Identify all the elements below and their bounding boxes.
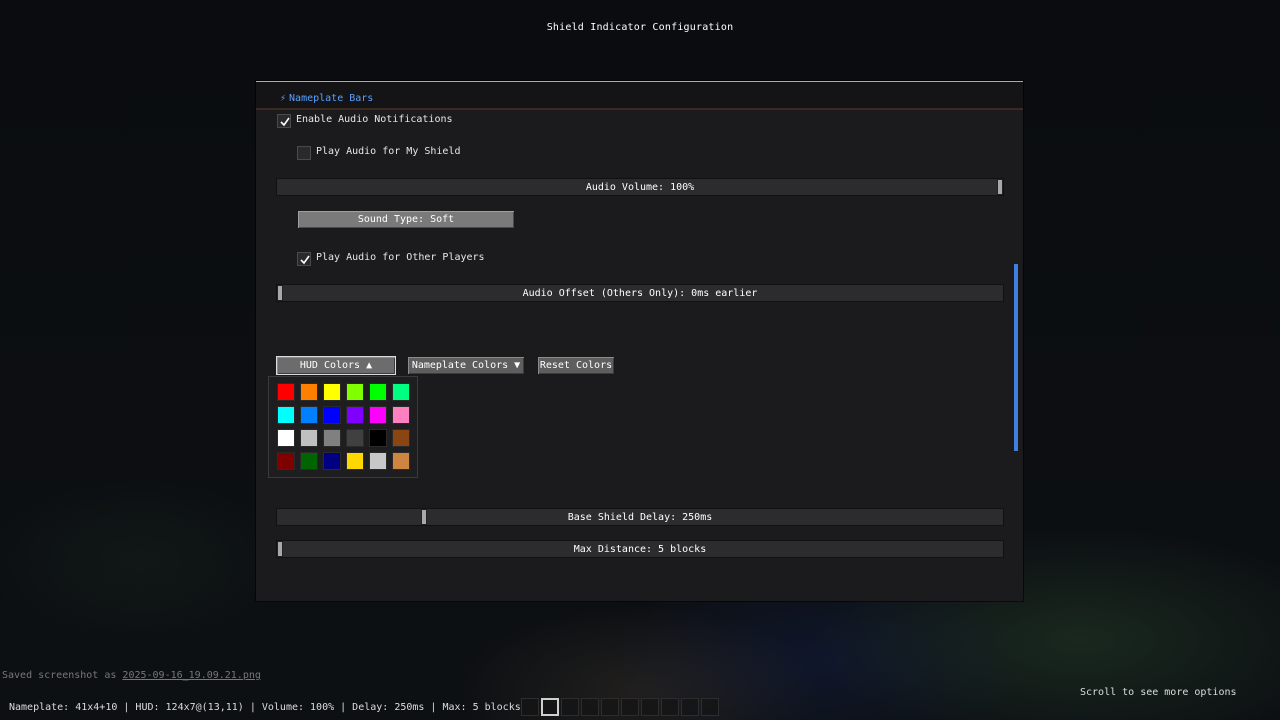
color-swatch[interactable]	[277, 406, 295, 424]
color-swatch[interactable]	[392, 429, 410, 447]
chat-message: Saved screenshot as 2025-09-16_19.09.21.…	[2, 670, 261, 681]
hotbar-slot[interactable]	[581, 698, 599, 716]
reset-colors-button[interactable]: Reset Colors	[537, 356, 615, 375]
my-shield-audio-label: Play Audio for My Shield	[316, 146, 461, 157]
max-distance-slider[interactable]: Max Distance: 5 blocks	[276, 540, 1004, 558]
hotbar-slot[interactable]	[561, 698, 579, 716]
checkmark-icon	[280, 117, 290, 127]
others-audio-label: Play Audio for Other Players	[316, 252, 485, 263]
sound-type-button[interactable]: Sound Type: Soft	[297, 210, 515, 229]
color-swatch[interactable]	[323, 429, 341, 447]
my-shield-audio-checkbox[interactable]	[297, 146, 311, 160]
color-swatch[interactable]	[392, 452, 410, 470]
section-header[interactable]: ⚡ Nameplate Bars	[280, 93, 373, 104]
hotbar-slot[interactable]	[681, 698, 699, 716]
others-audio-checkbox[interactable]	[297, 252, 311, 266]
color-palette	[268, 376, 418, 478]
color-swatch[interactable]	[369, 383, 387, 401]
color-swatch[interactable]	[300, 452, 318, 470]
panel-header: ⚡ Nameplate Bars	[256, 82, 1023, 110]
slider-label: Max Distance: 5 blocks	[573, 544, 707, 555]
color-swatch[interactable]	[346, 452, 364, 470]
color-swatch[interactable]	[277, 452, 295, 470]
color-swatch[interactable]	[300, 383, 318, 401]
color-swatch[interactable]	[392, 383, 410, 401]
slider-label: Base Shield Delay: 250ms	[567, 512, 713, 523]
enable-audio-checkbox[interactable]	[277, 114, 291, 128]
color-swatch[interactable]	[300, 406, 318, 424]
color-swatch[interactable]	[277, 383, 295, 401]
color-swatch[interactable]	[323, 452, 341, 470]
color-swatch[interactable]	[323, 406, 341, 424]
color-swatch[interactable]	[346, 429, 364, 447]
hotbar-slot[interactable]	[661, 698, 679, 716]
hotbar-slot[interactable]	[601, 698, 619, 716]
color-swatch[interactable]	[277, 429, 295, 447]
color-swatch[interactable]	[300, 429, 318, 447]
hotbar-slot[interactable]	[521, 698, 539, 716]
chat-prefix: Saved screenshot as	[2, 670, 123, 681]
color-swatch[interactable]	[369, 452, 387, 470]
audio-volume-slider[interactable]: Audio Volume: 100%	[276, 178, 1004, 196]
hotbar-slot[interactable]	[641, 698, 659, 716]
color-swatch[interactable]	[369, 406, 387, 424]
color-swatch[interactable]	[369, 429, 387, 447]
screenshot-link[interactable]: 2025-09-16_19.09.21.png	[122, 670, 260, 681]
color-swatch[interactable]	[346, 383, 364, 401]
hotbar-slot[interactable]	[701, 698, 719, 716]
screen-title: Shield Indicator Configuration	[546, 22, 734, 33]
status-line: Nameplate: 41x4+10 | HUD: 124x7@(13,11) …	[9, 702, 521, 713]
panel-scrollbar[interactable]	[1014, 264, 1018, 451]
hotbar-slot[interactable]	[621, 698, 639, 716]
audio-offset-slider[interactable]: Audio Offset (Others Only): 0ms earlier	[276, 284, 1004, 302]
hotbar-slot[interactable]	[541, 698, 559, 716]
section-label: Nameplate Bars	[289, 93, 374, 104]
scroll-hint: Scroll to see more options	[1080, 687, 1237, 698]
lightning-icon: ⚡	[280, 93, 287, 104]
checkmark-icon	[300, 255, 310, 265]
color-swatch[interactable]	[346, 406, 364, 424]
hud-colors-button[interactable]: HUD Colors ▲	[276, 356, 396, 375]
shield-delay-slider[interactable]: Base Shield Delay: 250ms	[276, 508, 1004, 526]
color-swatch[interactable]	[392, 406, 410, 424]
slider-label: Audio Volume: 100%	[585, 182, 695, 193]
color-swatch[interactable]	[323, 383, 341, 401]
slider-label: Audio Offset (Others Only): 0ms earlier	[522, 288, 758, 299]
enable-audio-label: Enable Audio Notifications	[296, 114, 453, 125]
nameplate-colors-button[interactable]: Nameplate Colors ▼	[407, 356, 525, 375]
